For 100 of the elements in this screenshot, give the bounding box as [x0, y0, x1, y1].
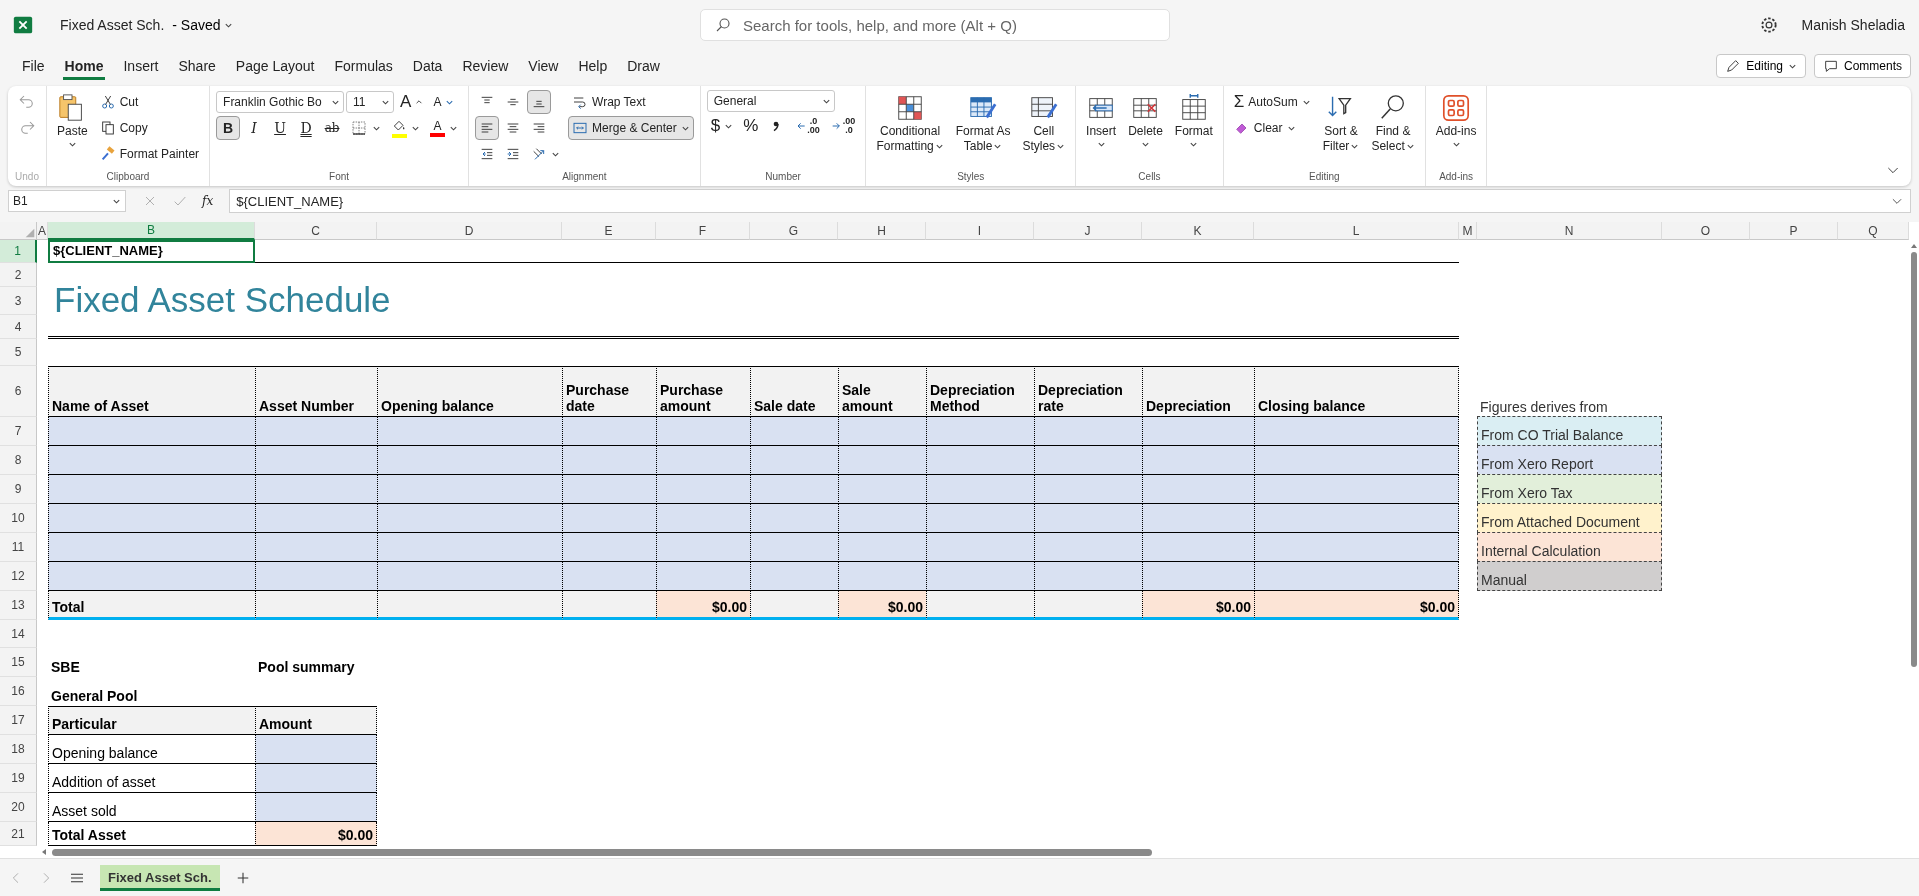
settings-button[interactable]: [1759, 15, 1780, 35]
cell-styles-button[interactable]: Cell Styles: [1018, 90, 1070, 156]
row-header[interactable]: 13: [0, 591, 37, 620]
menu-tab[interactable]: Page Layout: [233, 52, 317, 80]
font-style-button[interactable]: ab: [320, 116, 345, 140]
row-header[interactable]: 4: [0, 315, 37, 339]
font-color-button[interactable]: A: [426, 116, 463, 140]
menu-tab[interactable]: Draw: [625, 52, 662, 80]
menu-tab[interactable]: Share: [176, 52, 218, 80]
row-header[interactable]: 15: [0, 648, 37, 677]
percent-button[interactable]: %: [739, 114, 763, 138]
decrease-decimal-button[interactable]: .00 .0: [825, 114, 860, 138]
row-header[interactable]: 21: [0, 822, 37, 846]
function-label[interactable]: fx: [202, 194, 214, 208]
font-style-button[interactable]: D: [294, 116, 319, 140]
format-as-table-button[interactable]: Format As Table: [951, 90, 1015, 156]
font-style-button[interactable]: I: [242, 116, 267, 140]
column-header[interactable]: N: [1477, 222, 1662, 240]
find-select-button[interactable]: Find & Select: [1367, 90, 1419, 156]
menu-tab[interactable]: File: [20, 52, 47, 80]
paste-button[interactable]: Paste: [53, 90, 92, 156]
column-header[interactable]: Q: [1838, 222, 1909, 240]
merge-icon: [572, 120, 589, 136]
search-field[interactable]: Search for tools, help, and more (Alt + Q): [700, 9, 1170, 41]
row-header[interactable]: 20: [0, 793, 37, 822]
autosum-button[interactable]: Σ AutoSum: [1229, 90, 1315, 114]
merge-center-button[interactable]: Merge & Center: [568, 116, 694, 140]
comment-icon: [1823, 58, 1839, 74]
column-header[interactable]: B: [48, 222, 255, 240]
row-header[interactable]: 16: [0, 677, 37, 706]
row-header[interactable]: 11: [0, 533, 37, 562]
menu-tab[interactable]: Home: [62, 52, 106, 80]
row-header[interactable]: 5: [0, 339, 37, 366]
column-header[interactable]: M: [1459, 222, 1477, 240]
font-style-button[interactable]: U: [268, 116, 293, 140]
sheet-tab[interactable]: Fixed Asset Sch.: [100, 865, 220, 891]
legend-item: Manual: [1477, 561, 1662, 591]
column-header[interactable]: H: [838, 222, 926, 240]
menu-tab[interactable]: Formulas: [332, 52, 395, 80]
column-header[interactable]: G: [750, 222, 838, 240]
column-header[interactable]: J: [1034, 222, 1142, 240]
row-header[interactable]: 17: [0, 706, 37, 735]
delete-button[interactable]: Delete: [1124, 90, 1167, 156]
add-ins-button[interactable]: Add-ins: [1431, 90, 1481, 156]
font-size-dropdown[interactable]: 11: [346, 91, 395, 113]
comments-button[interactable]: Comments: [1814, 54, 1911, 78]
menu-tab[interactable]: Help: [576, 52, 610, 80]
conditional-formatting-button[interactable]: Conditional Formatting: [872, 90, 948, 156]
row-header[interactable]: 3: [0, 287, 37, 315]
number-format-dropdown[interactable]: General: [706, 90, 835, 112]
scrollbar-thumb[interactable]: [1911, 252, 1917, 667]
scrollbar-thumb[interactable]: [52, 848, 1152, 856]
column-header[interactable]: I: [926, 222, 1034, 240]
row-header[interactable]: 1: [0, 240, 37, 263]
user-name[interactable]: Manish Sheladia: [1801, 17, 1905, 33]
font-name-dropdown[interactable]: Franklin Gothic Bo: [216, 91, 345, 113]
clear-button[interactable]: Clear: [1229, 116, 1315, 140]
left-align-button[interactable]: [475, 116, 500, 140]
format-painter-button[interactable]: Format Painter: [95, 142, 204, 166]
row-header[interactable]: 9: [0, 475, 37, 504]
menu-tab[interactable]: Insert: [121, 52, 161, 80]
save-status-button[interactable]: - Saved: [172, 17, 233, 33]
row-header[interactable]: 7: [0, 417, 37, 446]
column-header[interactable]: K: [1142, 222, 1254, 240]
copy-button[interactable]: Copy: [95, 116, 204, 140]
column-header[interactable]: C: [255, 222, 377, 240]
menu-tab[interactable]: Data: [410, 52, 445, 80]
name-box[interactable]: B1: [8, 190, 126, 212]
legend-title: Figures derives from: [1479, 398, 1609, 417]
row-header[interactable]: 6: [0, 366, 37, 417]
grow-font-button[interactable]: A: [396, 90, 428, 114]
shrink-font-button[interactable]: A: [429, 90, 459, 114]
column-header[interactable]: F: [656, 222, 750, 240]
row-header[interactable]: 18: [0, 735, 37, 764]
font-style-button[interactable]: B: [216, 116, 241, 140]
cut-button[interactable]: Cut: [95, 90, 204, 114]
formula-field[interactable]: ${CLIENT_NAME}: [229, 189, 1911, 213]
column-header[interactable]: D: [377, 222, 562, 240]
header-cell: Sale amount: [838, 366, 926, 417]
column-header[interactable]: L: [1254, 222, 1459, 240]
row-header[interactable]: 10: [0, 504, 37, 533]
editing-mode-button[interactable]: Editing: [1716, 54, 1806, 78]
menu-tab[interactable]: Review: [460, 52, 511, 80]
row-header[interactable]: 12: [0, 562, 37, 591]
sort-filter-button[interactable]: Sort & Filter: [1318, 90, 1364, 156]
currency-button[interactable]: $: [706, 114, 738, 138]
increase-decimal-button[interactable]: .0 .00: [790, 114, 824, 138]
column-header[interactable]: P: [1750, 222, 1838, 240]
row-header[interactable]: 19: [0, 764, 37, 793]
row-header[interactable]: 8: [0, 446, 37, 475]
header-cell: Depreciation: [1142, 366, 1254, 417]
format-button[interactable]: Format: [1170, 90, 1217, 156]
column-header[interactable]: O: [1662, 222, 1750, 240]
row-header[interactable]: 2: [0, 263, 37, 287]
wrap-text-button[interactable]: Wrap Text: [568, 90, 694, 114]
column-header[interactable]: E: [562, 222, 656, 240]
row-header[interactable]: 14: [0, 620, 37, 648]
bottom-align-button[interactable]: [527, 90, 552, 114]
menu-tab[interactable]: View: [526, 52, 561, 80]
insert-button[interactable]: Insert: [1082, 90, 1121, 156]
